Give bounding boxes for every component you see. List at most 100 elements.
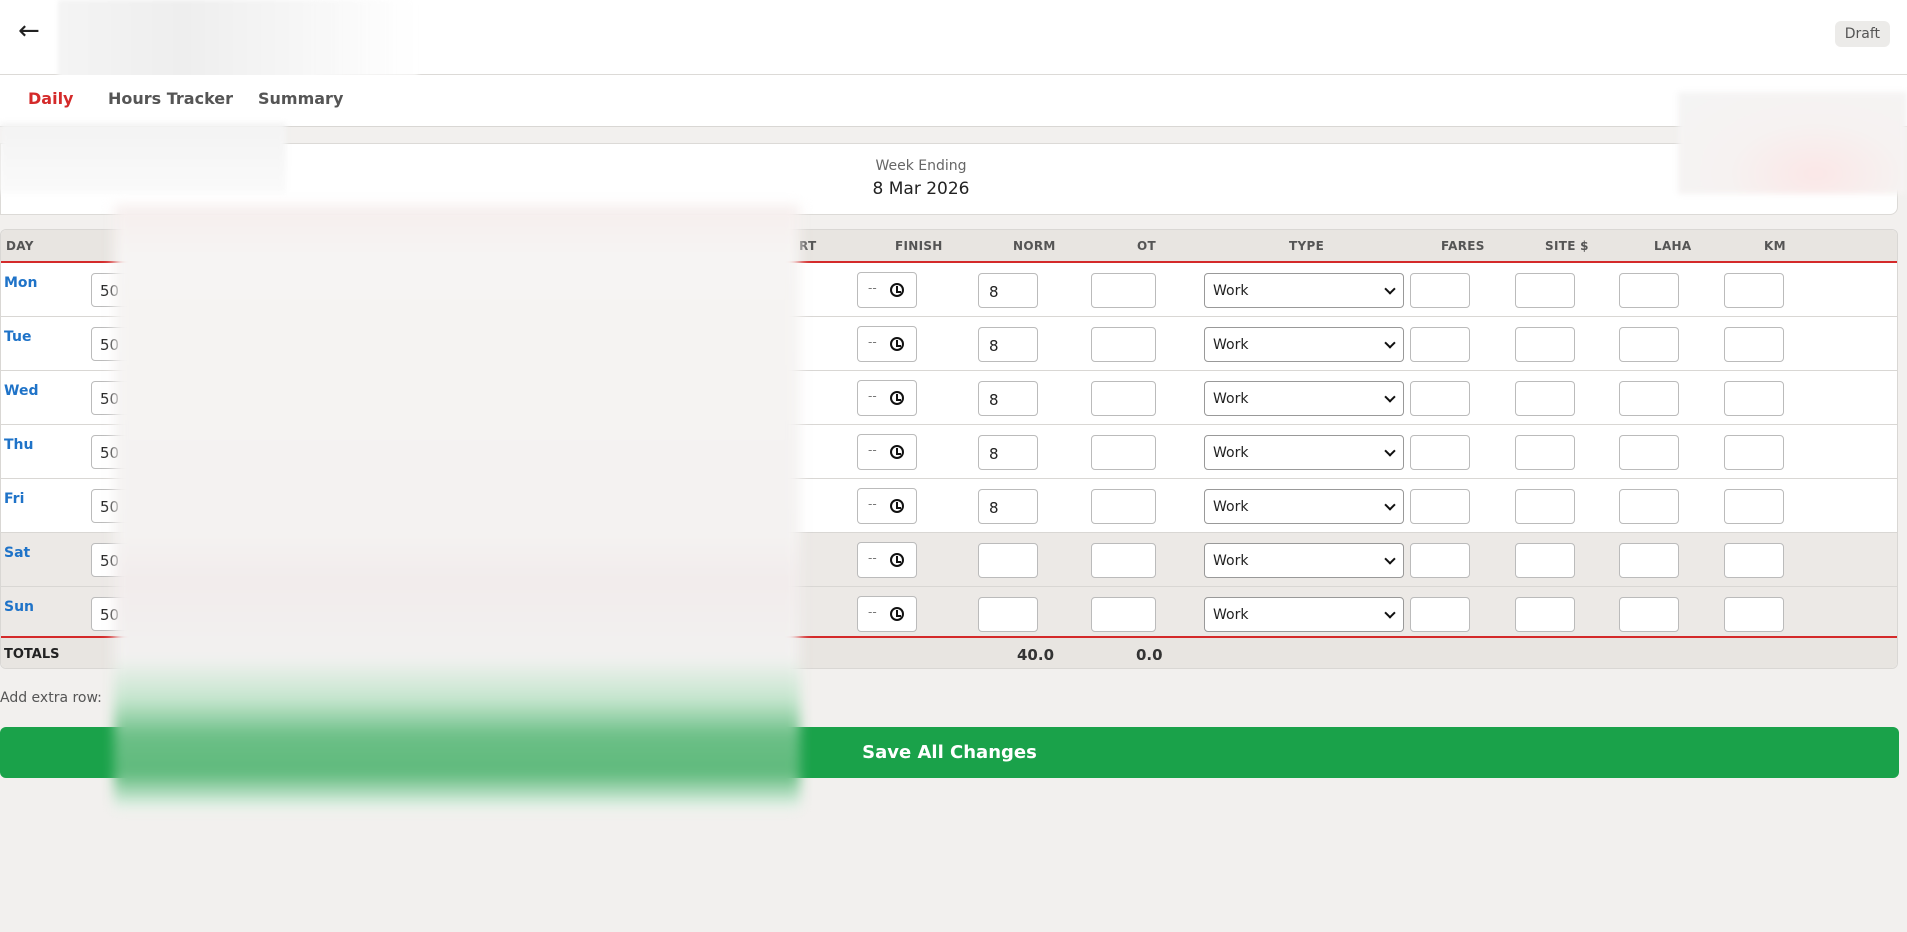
- site-input[interactable]: [1515, 489, 1575, 524]
- finish-time-input[interactable]: --: [857, 542, 917, 578]
- top-bar: ← Draft: [0, 0, 1907, 90]
- day-label: Sun: [4, 599, 35, 615]
- clock-icon: [890, 499, 904, 513]
- column-header-km: KM: [1764, 239, 1786, 253]
- ot-input[interactable]: [1091, 435, 1156, 470]
- chevron-down-icon: [1384, 553, 1396, 565]
- norm-input[interactable]: [978, 543, 1038, 578]
- day-label: Wed: [4, 383, 39, 399]
- ot-input[interactable]: [1091, 273, 1156, 308]
- site-input[interactable]: [1515, 327, 1575, 362]
- clock-icon: [890, 337, 904, 351]
- type-select[interactable]: Work: [1204, 597, 1404, 632]
- clock-icon: [890, 607, 904, 621]
- chevron-down-icon: [1384, 283, 1396, 295]
- clock-icon: [890, 553, 904, 567]
- km-input[interactable]: [1724, 327, 1784, 362]
- finish-time-input[interactable]: --: [857, 434, 917, 470]
- column-header-site: SITE $: [1545, 239, 1589, 253]
- ot-total: 0.0: [1136, 646, 1163, 664]
- arrow-left-icon[interactable]: ←: [18, 18, 40, 44]
- finish-time-input[interactable]: --: [857, 380, 917, 416]
- norm-input[interactable]: 8: [978, 327, 1038, 362]
- fares-input[interactable]: [1410, 327, 1470, 362]
- laha-input[interactable]: [1619, 327, 1679, 362]
- type-select[interactable]: Work: [1204, 489, 1404, 524]
- redacted-region: [0, 123, 286, 193]
- finish-time-input[interactable]: --: [857, 326, 917, 362]
- column-header-fares: FARES: [1441, 239, 1485, 253]
- norm-input[interactable]: 8: [978, 273, 1038, 308]
- chevron-down-icon: [1384, 607, 1396, 619]
- tab-daily[interactable]: Daily: [28, 89, 73, 108]
- ot-input[interactable]: [1091, 597, 1156, 632]
- column-header-start: RT: [799, 239, 817, 253]
- redacted-region: [1678, 92, 1907, 194]
- norm-total: 40.0: [1017, 646, 1055, 664]
- type-select[interactable]: Work: [1204, 327, 1404, 362]
- norm-input[interactable]: 8: [978, 435, 1038, 470]
- totals-label: TOTALS: [4, 647, 60, 662]
- laha-input[interactable]: [1619, 273, 1679, 308]
- ot-input[interactable]: [1091, 489, 1156, 524]
- km-input[interactable]: [1724, 381, 1784, 416]
- site-input[interactable]: [1515, 543, 1575, 578]
- day-label: Fri: [4, 491, 25, 507]
- column-header-day: DAY: [6, 239, 34, 253]
- fares-input[interactable]: [1410, 543, 1470, 578]
- type-select[interactable]: Work: [1204, 381, 1404, 416]
- column-header-type: TYPE: [1289, 239, 1325, 253]
- km-input[interactable]: [1724, 435, 1784, 470]
- km-input[interactable]: [1724, 489, 1784, 524]
- status-badge: Draft: [1834, 21, 1890, 47]
- fares-input[interactable]: [1410, 381, 1470, 416]
- clock-icon: [890, 445, 904, 459]
- fares-input[interactable]: [1410, 489, 1470, 524]
- finish-time-input[interactable]: --: [857, 596, 917, 632]
- finish-time-input[interactable]: --: [857, 272, 917, 308]
- tab-hours-tracker[interactable]: Hours Tracker: [108, 89, 233, 108]
- ot-input[interactable]: [1091, 381, 1156, 416]
- column-header-ot: OT: [1137, 239, 1156, 253]
- finish-time-input[interactable]: --: [857, 488, 917, 524]
- laha-input[interactable]: [1619, 435, 1679, 470]
- km-input[interactable]: [1724, 543, 1784, 578]
- type-select[interactable]: Work: [1204, 435, 1404, 470]
- day-label: Tue: [4, 329, 32, 345]
- laha-input[interactable]: [1619, 489, 1679, 524]
- tab-bar: Daily Hours Tracker Summary: [0, 75, 1907, 127]
- tab-summary[interactable]: Summary: [258, 89, 343, 108]
- laha-input[interactable]: [1619, 597, 1679, 632]
- redacted-region: [114, 205, 800, 809]
- clock-icon: [890, 283, 904, 297]
- type-select[interactable]: Work: [1204, 543, 1404, 578]
- km-input[interactable]: [1724, 273, 1784, 308]
- fares-input[interactable]: [1410, 273, 1470, 308]
- chevron-down-icon: [1384, 445, 1396, 457]
- column-header-finish: FINISH: [895, 239, 943, 253]
- chevron-down-icon: [1384, 337, 1396, 349]
- fares-input[interactable]: [1410, 435, 1470, 470]
- norm-input[interactable]: [978, 597, 1038, 632]
- norm-input[interactable]: 8: [978, 489, 1038, 524]
- site-input[interactable]: [1515, 273, 1575, 308]
- clock-icon: [890, 391, 904, 405]
- day-label: Thu: [4, 437, 34, 453]
- laha-input[interactable]: [1619, 543, 1679, 578]
- ot-input[interactable]: [1091, 543, 1156, 578]
- norm-input[interactable]: 8: [978, 381, 1038, 416]
- day-label: Mon: [4, 275, 38, 291]
- column-header-laha: LAHA: [1654, 239, 1692, 253]
- column-header-norm: NORM: [1013, 239, 1056, 253]
- km-input[interactable]: [1724, 597, 1784, 632]
- add-extra-row-label: Add extra row:: [0, 690, 102, 706]
- site-input[interactable]: [1515, 435, 1575, 470]
- chevron-down-icon: [1384, 499, 1396, 511]
- site-input[interactable]: [1515, 597, 1575, 632]
- chevron-down-icon: [1384, 391, 1396, 403]
- fares-input[interactable]: [1410, 597, 1470, 632]
- site-input[interactable]: [1515, 381, 1575, 416]
- ot-input[interactable]: [1091, 327, 1156, 362]
- type-select[interactable]: Work: [1204, 273, 1404, 308]
- laha-input[interactable]: [1619, 381, 1679, 416]
